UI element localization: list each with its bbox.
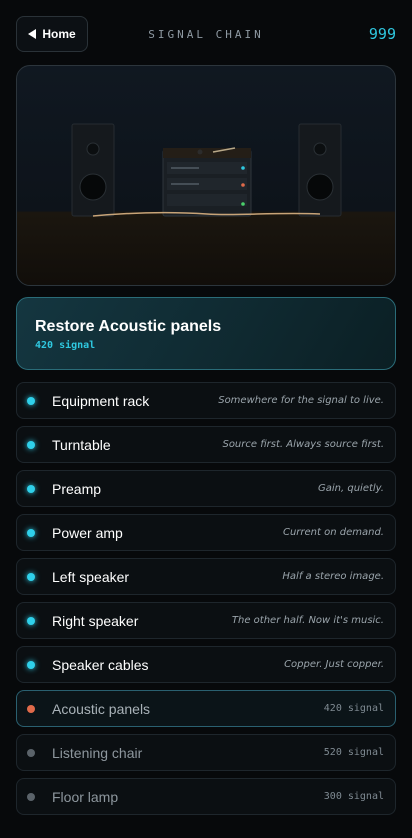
item-note: Half a stereo image.	[282, 571, 384, 582]
list-item-power-amp[interactable]: Power amp Current on demand.	[16, 514, 396, 551]
list-item-turntable[interactable]: Turntable Source first. Always source fi…	[16, 426, 396, 463]
restore-cost: 420 signal	[35, 340, 96, 351]
status-dot-icon	[27, 573, 35, 581]
item-label: Left speaker	[52, 569, 130, 585]
item-cost: 520 signal	[323, 747, 384, 758]
list-item-right-speaker[interactable]: Right speaker The other half. Now it's m…	[16, 602, 396, 639]
item-label: Right speaker	[52, 613, 139, 629]
item-label: Speaker cables	[52, 657, 149, 673]
item-label: Acoustic panels	[52, 701, 151, 717]
status-dot-icon	[27, 705, 35, 713]
list-item-acoustic-panels[interactable]: Acoustic panels 420 signal	[16, 690, 396, 727]
list-item-equipment-rack[interactable]: Equipment rack Somewhere for the signal …	[16, 382, 396, 419]
item-label: Equipment rack	[52, 393, 150, 409]
item-label: Listening chair	[52, 745, 143, 761]
item-label: Floor lamp	[52, 789, 119, 805]
list-item-floor-lamp[interactable]: Floor lamp 300 signal	[16, 778, 396, 815]
item-note: Somewhere for the signal to live.	[218, 395, 384, 406]
status-dot-icon	[27, 749, 35, 757]
item-label: Power amp	[52, 525, 123, 541]
room-scene	[16, 65, 396, 286]
list-item-preamp[interactable]: Preamp Gain, quietly.	[16, 470, 396, 507]
list-item-listening-chair[interactable]: Listening chair 520 signal	[16, 734, 396, 771]
item-note: Source first. Always source first.	[222, 439, 384, 450]
status-dot-icon	[27, 661, 35, 669]
signal-counter: 999	[368, 25, 396, 43]
status-dot-icon	[27, 529, 35, 537]
status-dot-icon	[27, 793, 35, 801]
item-cost: 420 signal	[323, 703, 384, 714]
item-note: Gain, quietly.	[318, 483, 384, 494]
restore-title: Restore Acoustic panels	[35, 318, 222, 335]
equipment-rack-icon	[162, 147, 252, 217]
left-speaker-icon	[71, 123, 115, 217]
room-illustration	[71, 123, 342, 217]
list-item-speaker-cables[interactable]: Speaker cables Copper. Just copper.	[16, 646, 396, 683]
item-note: Copper. Just copper.	[284, 659, 384, 670]
status-dot-icon	[27, 617, 35, 625]
item-cost: 300 signal	[323, 791, 384, 802]
right-speaker-icon	[298, 123, 342, 217]
page-title: SIGNAL CHAIN	[148, 28, 264, 41]
status-dot-icon	[27, 485, 35, 493]
status-dot-icon	[27, 441, 35, 449]
status-dot-icon	[27, 397, 35, 405]
item-label: Preamp	[52, 481, 102, 497]
item-note: Current on demand.	[282, 527, 384, 538]
item-note: The other half. Now it's music.	[231, 615, 384, 626]
signal-chain-list: Equipment rack Somewhere for the signal …	[16, 382, 396, 822]
header: Home SIGNAL CHAIN 999	[0, 0, 412, 68]
restore-card[interactable]: Restore Acoustic panels 420 signal	[16, 297, 396, 370]
item-label: Turntable	[52, 437, 111, 453]
list-item-left-speaker[interactable]: Left speaker Half a stereo image.	[16, 558, 396, 595]
